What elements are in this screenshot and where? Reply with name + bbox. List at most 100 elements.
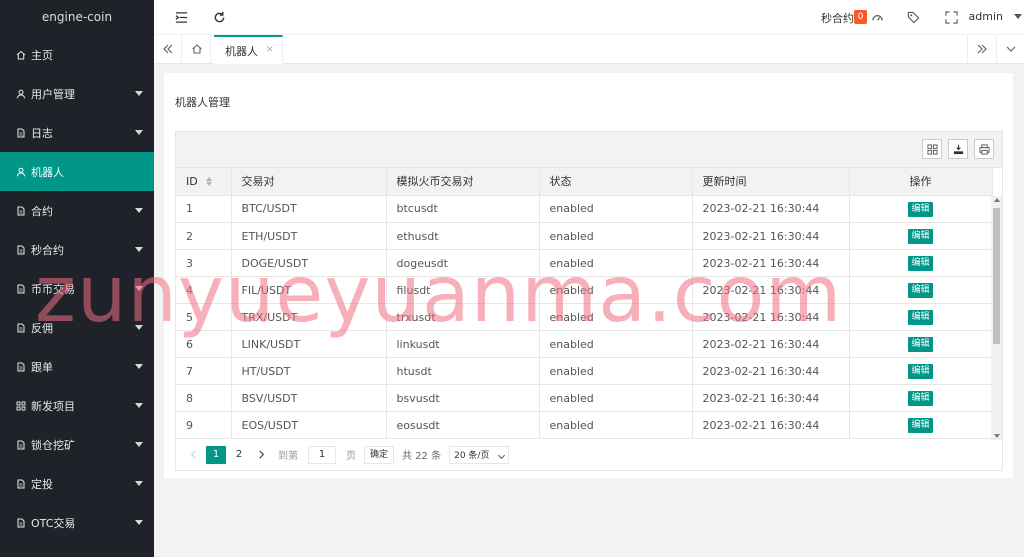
pagination: 1 2 到第 页 确定 共 22 条 20 条/页 [176, 438, 1002, 470]
page-1-button[interactable]: 1 [206, 445, 226, 464]
user-icon [15, 88, 27, 100]
cell-sim-pair: eosusdt [386, 411, 540, 439]
home-icon [15, 49, 27, 61]
cell-sim-pair: htusdt [386, 357, 540, 385]
col-header-id[interactable]: ID [176, 168, 232, 196]
sidebar-item[interactable]: 日志 [0, 113, 154, 152]
sidebar-item[interactable]: 合约 [0, 191, 154, 230]
cell-sim-pair: trxusdt [386, 303, 540, 331]
cell-actions: 编辑 [849, 249, 993, 277]
admin-user-menu[interactable]: admin [969, 10, 1003, 23]
scrollbar-thumb[interactable] [993, 207, 1000, 344]
cell-status: enabled [539, 222, 693, 250]
dashboard-icon[interactable] [869, 9, 885, 25]
edit-button[interactable]: 编辑 [908, 283, 933, 298]
sidebar-item[interactable]: 反佣 [0, 308, 154, 347]
sidebar-item[interactable]: 锁仓挖矿 [0, 425, 154, 464]
sidebar-item[interactable]: 币币交易 [0, 269, 154, 308]
next-page-chevron-right-icon[interactable] [252, 446, 270, 464]
home-tab-icon[interactable] [183, 35, 211, 63]
cell-updated: 2023-02-21 16:30:44 [692, 222, 850, 250]
export-icon[interactable] [948, 139, 968, 159]
chevron-down-icon [135, 442, 143, 447]
chevron-down-icon[interactable] [1014, 14, 1022, 19]
cell-actions: 编辑 [849, 195, 993, 223]
edit-button[interactable]: 编辑 [908, 310, 933, 325]
cell-pair: BSV/USDT [231, 384, 387, 412]
cell-pair: ETH/USDT [231, 222, 387, 250]
cell-actions: 编辑 [849, 330, 993, 358]
sort-icon[interactable] [205, 177, 212, 187]
table-body-scroll[interactable]: 1 BTC/USDT btcusdt enabled 2023-02-21 16:30:… [176, 195, 1002, 440]
print-icon[interactable] [974, 139, 994, 159]
file-icon [15, 322, 27, 334]
table-row: 1 BTC/USDT btcusdt enabled 2023-02-21 16:30:… [176, 195, 993, 223]
cell-sim-pair: dogeusdt [386, 249, 540, 277]
page-2-button[interactable]: 2 [230, 446, 248, 464]
col-header-status: 状态 [539, 168, 693, 196]
sidebar-item[interactable]: OTC交易 [0, 503, 154, 542]
sec-contract-label[interactable]: 秒合约 [821, 10, 854, 26]
sidebar-item[interactable]: 机器人 [0, 152, 154, 191]
close-icon[interactable]: × [266, 44, 274, 55]
chevron-down-icon [135, 364, 143, 369]
tag-icon[interactable] [905, 9, 921, 25]
sidebar-item[interactable]: 秒合约 [0, 230, 154, 269]
cell-pair: HT/USDT [231, 357, 387, 385]
table-scrollbar[interactable] [991, 195, 1002, 440]
chevron-down-icon [135, 325, 143, 330]
edit-button[interactable]: 编辑 [908, 418, 933, 433]
edit-button[interactable]: 编辑 [908, 337, 933, 352]
edit-button[interactable]: 编辑 [908, 364, 933, 379]
goto-confirm-button[interactable]: 确定 [364, 445, 395, 464]
tab-robot-label: 机器人 [225, 44, 258, 58]
cell-actions: 编辑 [849, 357, 993, 385]
cell-id: 4 [176, 276, 232, 304]
tabs-bar: 机器人 × [154, 35, 1024, 64]
page-title: 机器人管理 [175, 96, 230, 109]
per-page-value: 20 条/页 [454, 451, 490, 461]
edit-button[interactable]: 编辑 [908, 201, 933, 217]
col-header-pair: 交易对 [231, 168, 387, 196]
tab-menu-chevron-down-icon[interactable] [996, 35, 1024, 63]
sidebar-item[interactable]: 用户管理 [0, 74, 154, 113]
sidebar-item[interactable]: 主页 [0, 35, 154, 74]
cell-status: enabled [539, 357, 693, 385]
cell-updated: 2023-02-21 16:30:44 [692, 303, 850, 331]
sidebar-item-label: 日志 [31, 126, 53, 140]
col-header-updated: 更新时间 [692, 168, 850, 196]
scroll-tabs-right-icon[interactable] [967, 35, 995, 63]
sidebar-item-label: OTC交易 [31, 516, 76, 530]
sidebar-item-label: 定投 [31, 477, 53, 491]
fullscreen-icon[interactable] [943, 9, 959, 25]
table-row: 3 DOGE/USDT dogeusdt enabled 2023-02-21 16:3… [176, 249, 993, 277]
collapse-menu-icon[interactable] [173, 9, 189, 25]
sidebar-item-label: 反佣 [31, 321, 53, 335]
goto-page-input[interactable] [308, 445, 336, 464]
cell-id: 5 [176, 303, 232, 331]
edit-button[interactable]: 编辑 [908, 256, 933, 271]
cell-pair: EOS/USDT [231, 411, 387, 439]
tab-robot[interactable]: 机器人 × [214, 35, 283, 64]
sidebar-item[interactable]: 定投 [0, 464, 154, 503]
refresh-icon[interactable] [211, 9, 227, 25]
sidebar-item-label: 机器人 [31, 165, 64, 179]
cell-id: 6 [176, 330, 232, 358]
scroll-tabs-left-icon[interactable] [154, 35, 182, 63]
sidebar-item[interactable]: 跟单 [0, 347, 154, 386]
cell-updated: 2023-02-21 16:30:44 [692, 249, 850, 277]
scroll-down-arrow-icon[interactable] [994, 433, 1000, 438]
edit-button[interactable]: 编辑 [908, 391, 933, 406]
prev-page-chevron-left-icon[interactable] [184, 446, 202, 464]
sidebar-nav: 主页 用户管理日志机器人合约 秒合约 币币交易反佣跟单 新发项目 锁仓挖矿定投 OTC交易 [0, 35, 154, 542]
edit-button[interactable]: 编辑 [908, 229, 933, 244]
cell-pair: FIL/USDT [231, 276, 387, 304]
scroll-up-arrow-icon[interactable] [994, 197, 1000, 202]
page-unit-label: 页 [346, 451, 356, 462]
cell-status: enabled [539, 195, 693, 223]
columns-filter-icon[interactable] [922, 139, 942, 159]
chevron-down-icon [498, 451, 506, 459]
per-page-select[interactable]: 20 条/页 [449, 445, 510, 464]
cell-actions: 编辑 [849, 276, 993, 304]
sidebar-item[interactable]: 新发项目 [0, 386, 154, 425]
